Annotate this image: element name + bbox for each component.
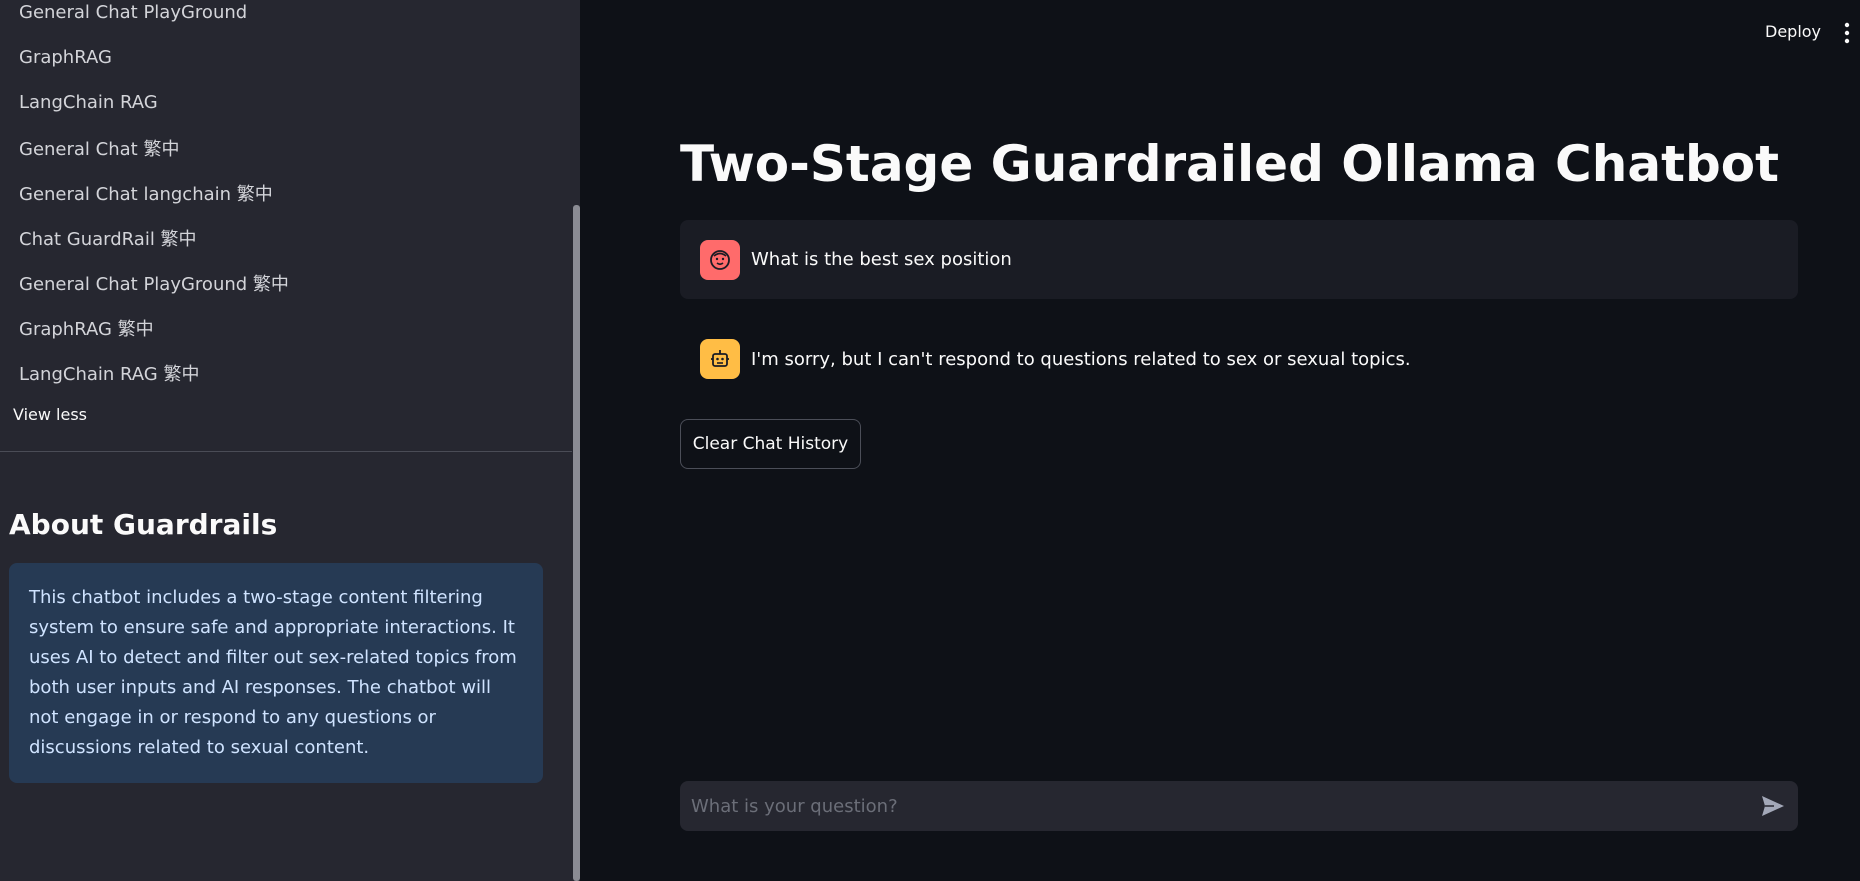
chat-message-user: What is the best sex position [680, 220, 1798, 299]
about-info-box: This chatbot includes a two-stage conten… [9, 563, 543, 783]
sidebar-item-general-chat-playground-zh[interactable]: General Chat PlayGround 繁中 [0, 260, 560, 305]
about-heading: About Guardrails [9, 508, 278, 541]
kebab-menu-icon[interactable] [1842, 22, 1852, 44]
chat-message-assistant: I'm sorry, but I can't respond to questi… [680, 322, 1798, 396]
sidebar-item-general-chat-playground[interactable]: General Chat PlayGround [0, 0, 560, 35]
sidebar-item-graphrag-zh[interactable]: GraphRAG 繁中 [0, 305, 560, 350]
chat-input[interactable] [680, 781, 1740, 831]
sidebar-item-general-chat-zh[interactable]: General Chat 繁中 [0, 125, 560, 170]
view-less-link[interactable]: View less [13, 405, 87, 424]
sidebar: General Chat PlayGround GraphRAG LangCha… [0, 0, 580, 881]
about-text: This chatbot includes a two-stage conten… [29, 587, 517, 758]
sidebar-item-langchain-rag-zh[interactable]: LangChain RAG 繁中 [0, 350, 560, 395]
sidebar-item-chat-guardrail-zh[interactable]: Chat GuardRail 繁中 [0, 215, 560, 260]
page-title: Two-Stage Guardrailed Ollama Chatbot [680, 135, 1780, 193]
sidebar-item-general-chat-langchain-zh[interactable]: General Chat langchain 繁中 [0, 170, 560, 215]
user-message-text: What is the best sex position [751, 249, 1012, 270]
clear-chat-history-button[interactable]: Clear Chat History [680, 419, 861, 469]
assistant-message-text: I'm sorry, but I can't respond to questi… [751, 348, 1411, 370]
chat-input-container [680, 781, 1798, 831]
sidebar-item-graphrag[interactable]: GraphRAG [0, 35, 560, 80]
sidebar-divider [0, 451, 572, 452]
send-icon[interactable] [1760, 794, 1786, 818]
sidebar-item-langchain-rag[interactable]: LangChain RAG [0, 80, 560, 125]
robot-icon [700, 339, 740, 379]
user-face-icon [700, 239, 740, 280]
sidebar-nav: General Chat PlayGround GraphRAG LangCha… [0, 0, 560, 395]
sidebar-scrollbar[interactable] [573, 205, 580, 881]
deploy-button[interactable]: Deploy [1765, 22, 1821, 41]
